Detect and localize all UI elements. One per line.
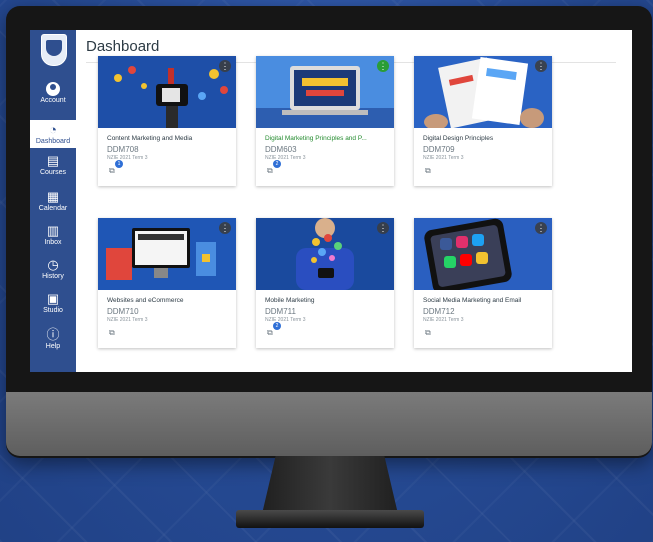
studio-icon: ▣: [46, 291, 60, 306]
course-term: NZIE 2021 Term 3: [265, 155, 306, 161]
inbox-icon: ▥: [46, 223, 60, 238]
page-title: Dashboard: [86, 38, 160, 55]
nav-label: Help: [45, 343, 61, 350]
course-card[interactable]: ⋮ Social Media Marketing and Email DDM71…: [414, 218, 552, 348]
course-name[interactable]: Digital Design Principles: [423, 135, 547, 142]
discussions-icon[interactable]: ⧉: [267, 328, 273, 338]
discussions-icon[interactable]: ⧉: [425, 166, 431, 176]
course-card[interactable]: ⋮ Websites and eCommerce DDM710 NZIE 202…: [98, 218, 236, 348]
course-image: [414, 218, 552, 290]
course-name[interactable]: Mobile Marketing: [265, 297, 389, 304]
courses-icon: ▤: [46, 153, 60, 168]
nav-studio[interactable]: ▣ Studio: [30, 291, 76, 315]
nav-label: History: [42, 273, 64, 280]
nav-courses[interactable]: ▤ Courses: [30, 153, 76, 177]
card-options-button[interactable]: ⋮: [535, 60, 547, 72]
unread-badge: 2: [273, 322, 281, 330]
global-nav-sidebar: Account ◔ Dashboard ▤ Courses ▦ Calendar…: [30, 30, 76, 372]
course-term: NZIE 2021 Term 3: [107, 317, 148, 323]
nav-label: Dashboard: [35, 138, 71, 145]
course-image: [98, 56, 236, 128]
course-code: DDM712: [423, 307, 455, 316]
course-card[interactable]: ⋮ Content Marketing and Media DDM708 NZI…: [98, 56, 236, 186]
course-image: [414, 56, 552, 128]
course-card[interactable]: ⋮ Mobile Marketing DDM711 NZIE 2021 Term…: [256, 218, 394, 348]
card-options-button[interactable]: ⋮: [219, 222, 231, 234]
nav-label: Courses: [39, 169, 67, 176]
course-card[interactable]: ⋮ Digital Marketing Principles and P... …: [256, 56, 394, 186]
nav-history[interactable]: ◷ History: [30, 257, 76, 281]
course-code: DDM711: [265, 307, 296, 316]
dashboard-icon: ◔: [49, 122, 57, 137]
monitor-base: [236, 510, 424, 528]
history-icon: ◷: [47, 257, 59, 272]
course-code: DDM710: [107, 307, 139, 316]
card-options-button[interactable]: ⋮: [535, 222, 547, 234]
course-code: DDM708: [107, 145, 139, 154]
institution-logo[interactable]: [41, 34, 67, 66]
screen: Account ◔ Dashboard ▤ Courses ▦ Calendar…: [30, 30, 632, 372]
course-code: DDM603: [265, 145, 297, 154]
nav-account[interactable]: Account: [30, 82, 76, 104]
nav-help[interactable]: ⓘ Help: [30, 327, 76, 351]
nav-label: Account: [40, 97, 66, 104]
discussions-icon[interactable]: ⧉: [109, 328, 115, 338]
course-name[interactable]: Content Marketing and Media: [107, 135, 231, 142]
course-code: DDM709: [423, 145, 455, 154]
course-term: NZIE 2021 Term 3: [423, 155, 464, 161]
nav-label: Inbox: [44, 239, 62, 246]
monitor-stand: [262, 456, 398, 514]
nav-inbox[interactable]: ▥ Inbox: [30, 223, 76, 247]
course-term: NZIE 2021 Term 3: [107, 155, 148, 161]
account-icon: [46, 82, 60, 96]
help-icon: ⓘ: [46, 327, 60, 342]
course-name[interactable]: Websites and eCommerce: [107, 297, 231, 304]
course-name[interactable]: Digital Marketing Principles and P...: [265, 135, 389, 142]
nav-calendar[interactable]: ▦ Calendar: [30, 189, 76, 213]
course-image: [256, 218, 394, 290]
course-term: NZIE 2021 Term 3: [423, 317, 464, 323]
nav-label: Calendar: [38, 205, 68, 212]
discussions-icon[interactable]: ⧉: [109, 166, 115, 176]
monitor-chin: [6, 392, 652, 456]
nav-label: Studio: [43, 307, 63, 314]
discussions-icon[interactable]: ⧉: [267, 166, 273, 176]
course-name[interactable]: Social Media Marketing and Email: [423, 297, 547, 304]
card-options-button[interactable]: ⋮: [219, 60, 231, 72]
unread-badge: 2: [273, 160, 281, 168]
course-image: [98, 218, 236, 290]
course-term: NZIE 2021 Term 3: [265, 317, 306, 323]
card-options-button[interactable]: ⋮: [377, 222, 389, 234]
unread-badge: 1: [115, 160, 123, 168]
nav-dashboard[interactable]: ◔ Dashboard: [30, 120, 76, 148]
card-options-button[interactable]: ⋮: [377, 60, 389, 72]
course-card[interactable]: ⋮ Digital Design Principles DDM709 NZIE …: [414, 56, 552, 186]
calendar-icon: ▦: [46, 189, 60, 204]
course-image: [256, 56, 394, 128]
discussions-icon[interactable]: ⧉: [425, 328, 431, 338]
